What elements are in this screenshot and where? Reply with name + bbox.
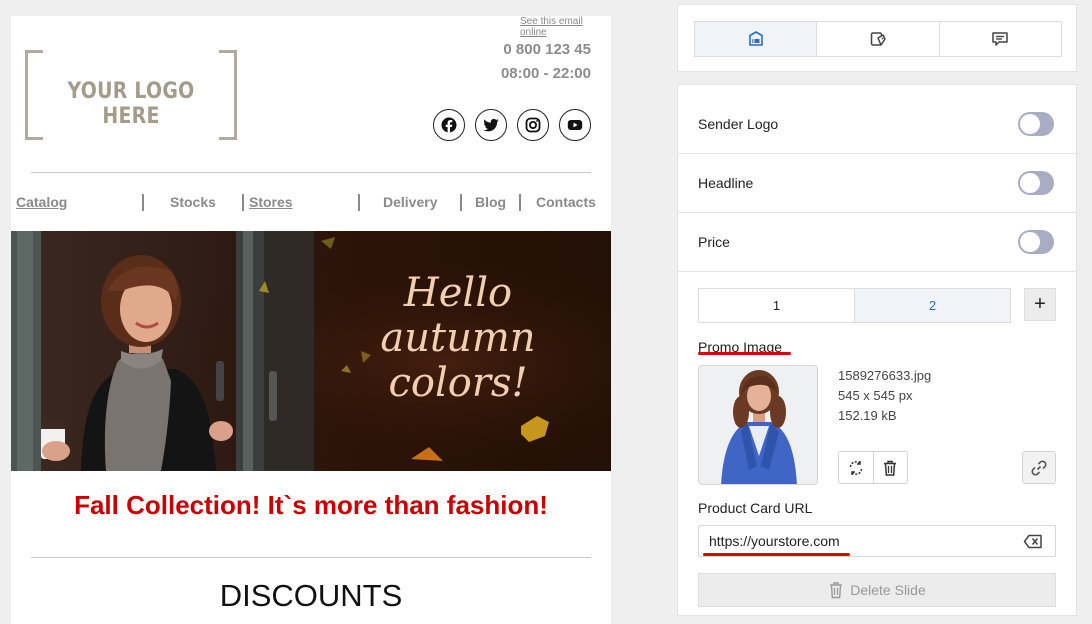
tab-product-tag[interactable] [817, 22, 940, 56]
toggle-row-price: Price [678, 213, 1076, 272]
price-toggle[interactable] [1018, 230, 1054, 254]
add-slide-button[interactable]: + [1024, 288, 1056, 321]
file-name: 1589276633.jpg [838, 368, 932, 383]
banner-line-1: Hello [403, 270, 513, 316]
toggle-label: Headline [698, 175, 754, 191]
replace-icon [849, 460, 862, 475]
block-type-card [677, 4, 1077, 72]
nav-link-blog[interactable]: Blog [475, 194, 506, 210]
tab-card-layout[interactable] [695, 22, 818, 56]
tab-message[interactable] [939, 22, 1061, 56]
product-card-url-input[interactable] [699, 526, 1019, 556]
sender-logo-toggle[interactable] [1018, 112, 1054, 136]
toggle-knob [1020, 173, 1040, 193]
banner-line-2: autumn [380, 315, 536, 361]
nav-link-stores[interactable]: Stores [249, 194, 293, 210]
promo-image-thumbnail[interactable] [698, 365, 818, 485]
toggle-label: Price [698, 234, 730, 250]
nav-separator [460, 194, 462, 211]
slide-tab-2[interactable]: 2 [854, 289, 1010, 322]
clear-input-icon [1023, 534, 1042, 549]
product-tag-icon [870, 32, 886, 46]
image-link-button[interactable] [1022, 451, 1056, 484]
file-dimensions: 545 x 545 px [838, 388, 913, 403]
replace-image-button[interactable] [839, 452, 873, 483]
delete-slide-button[interactable]: Delete Slide [698, 573, 1056, 607]
file-size: 152.19 kB [838, 408, 897, 423]
instagram-icon[interactable] [517, 109, 549, 141]
nav-link-stocks[interactable]: Stocks [170, 194, 216, 210]
annotation-underline [698, 352, 791, 355]
section-divider [31, 557, 591, 558]
image-actions [838, 451, 908, 484]
annotation-underline [703, 553, 850, 556]
nav-link-contacts[interactable]: Contacts [536, 194, 596, 210]
facebook-icon[interactable] [433, 109, 465, 141]
nav-separator [358, 194, 360, 211]
toggle-knob [1020, 114, 1040, 134]
message-icon [992, 32, 1009, 46]
trash-icon [830, 582, 843, 599]
clear-url-button[interactable] [1023, 534, 1043, 549]
thumbnail-photo [699, 366, 817, 484]
section-title: DISCOUNTS [219, 578, 403, 613]
toggle-row-sender-logo: Sender Logo [678, 95, 1076, 154]
nav-separator [142, 194, 144, 211]
toggle-row-headline: Headline [678, 154, 1076, 213]
headline-toggle[interactable] [1018, 171, 1054, 195]
link-icon [1031, 459, 1047, 476]
twitter-icon[interactable] [475, 109, 507, 141]
card-layout-icon [748, 31, 763, 46]
nav-link-delivery[interactable]: Delivery [383, 194, 437, 210]
trash-icon [884, 460, 897, 476]
promo-banner[interactable]: Hello autumn colors! [11, 231, 611, 471]
slide-tabs: 1 2 [698, 288, 1011, 323]
nav-separator [519, 194, 521, 211]
nav-separator [242, 194, 244, 211]
banner-text: Hello autumn colors! [373, 271, 543, 406]
contact-block: 0 800 123 45 08:00 - 22:00 [501, 38, 591, 86]
logo-text: YOUR LOGO HERE [67, 79, 195, 129]
delete-image-button[interactable] [872, 452, 908, 483]
email-preview: See this email online YOUR LOGO HERE 0 8… [11, 16, 611, 624]
see-email-online-link[interactable]: See this email online [520, 16, 611, 38]
delete-slide-label: Delete Slide [850, 582, 926, 598]
file-info: 1589276633.jpg 545 x 545 px 152.19 kB [838, 366, 931, 426]
block-type-tabs [694, 21, 1062, 57]
toggle-label: Sender Logo [698, 116, 779, 132]
social-links [433, 109, 591, 141]
email-nav-menu: Catalog Stocks Stores Delivery Blog Cont… [11, 192, 611, 214]
slide-tab-1[interactable]: 1 [699, 289, 854, 322]
banner-line-3: colors! [388, 360, 528, 406]
settings-panel: Sender Logo Headline Price 1 2 + Promo I… [677, 84, 1077, 616]
header-divider [31, 172, 591, 173]
toggle-knob [1020, 232, 1040, 252]
email-headline: Fall Collection! It`s more than fashion! [74, 490, 548, 520]
nav-link-catalog[interactable]: Catalog [16, 194, 67, 210]
product-card-url-label: Product Card URL [698, 500, 813, 516]
working-hours: 08:00 - 22:00 [500, 65, 591, 82]
youtube-icon[interactable] [559, 109, 591, 141]
logo-placeholder: YOUR LOGO HERE [25, 50, 237, 142]
phone-number: 0 800 123 45 [503, 41, 591, 58]
